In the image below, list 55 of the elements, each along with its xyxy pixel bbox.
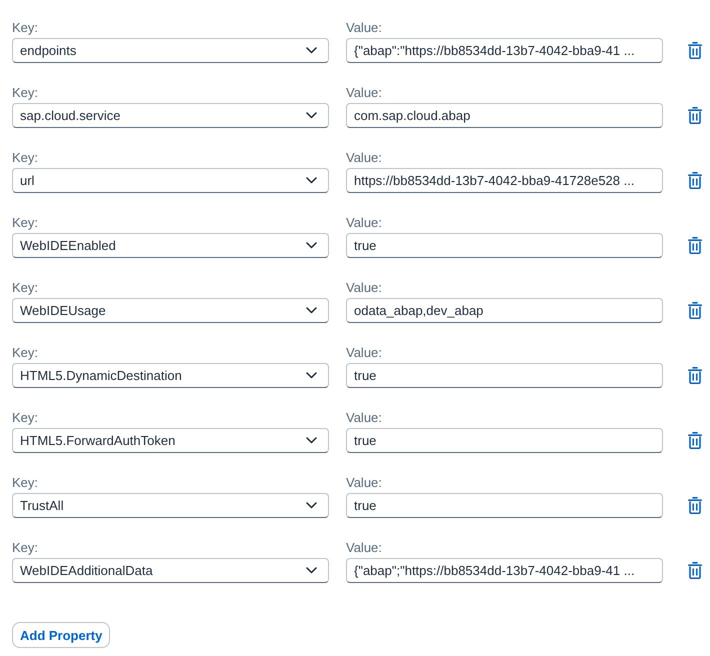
key-select[interactable]: TrustAll — [12, 493, 329, 518]
value-field[interactable]: true — [346, 233, 663, 258]
chevron-down-icon — [306, 372, 317, 379]
chevron-down-icon — [306, 437, 317, 444]
key-select[interactable]: sap.cloud.service — [12, 103, 329, 128]
trash-icon[interactable] — [688, 497, 702, 514]
value-label: Value: — [346, 540, 383, 555]
key-select[interactable]: endpoints — [12, 38, 329, 63]
key-select[interactable]: WebIDEAdditionalData — [12, 558, 329, 583]
add-property-button[interactable]: Add Property — [12, 622, 110, 648]
value-label: Value: — [346, 475, 383, 490]
value-field[interactable]: true — [346, 493, 663, 518]
trash-icon[interactable] — [688, 42, 702, 59]
key-label: Key: — [12, 540, 40, 555]
chevron-down-icon — [306, 177, 317, 184]
value-field[interactable]: https://bb8534dd-13b7-4042-bba9-41728e528 ... — [346, 168, 663, 193]
trash-icon[interactable] — [688, 107, 702, 124]
key-label: Key: — [12, 85, 40, 100]
key-label: Key: — [12, 475, 40, 490]
key-label: Key: — [12, 345, 40, 360]
value-field[interactable]: com.sap.cloud.abap — [346, 103, 663, 128]
chevron-down-icon — [306, 242, 317, 249]
key-select[interactable]: HTML5.DynamicDestination — [12, 363, 329, 388]
value-field[interactable]: {"abap":"https://bb8534dd-13b7-4042-bba9-41 ... — [346, 38, 663, 63]
chevron-down-icon — [306, 502, 317, 509]
trash-icon[interactable] — [688, 172, 702, 189]
trash-icon[interactable] — [688, 237, 702, 254]
value-label: Value: — [346, 410, 383, 425]
chevron-down-icon — [306, 47, 317, 54]
chevron-down-icon — [306, 112, 317, 119]
key-select[interactable]: HTML5.ForwardAuthToken — [12, 428, 329, 453]
key-label: Key: — [12, 280, 40, 295]
value-label: Value: — [346, 85, 383, 100]
trash-icon[interactable] — [688, 562, 702, 579]
key-select[interactable]: WebIDEEnabled — [12, 233, 329, 258]
value-field[interactable]: {"abap";"https://bb8534dd-13b7-4042-bba9-41 ... — [346, 558, 663, 583]
value-label: Value: — [346, 280, 383, 295]
chevron-down-icon — [306, 567, 317, 574]
key-label: Key: — [12, 20, 40, 35]
value-field[interactable]: odata_abap,dev_abap — [346, 298, 663, 323]
value-label: Value: — [346, 150, 383, 165]
key-label: Key: — [12, 215, 40, 230]
value-label: Value: — [346, 20, 383, 35]
key-label: Key: — [12, 410, 40, 425]
trash-icon[interactable] — [688, 432, 702, 449]
value-field[interactable]: true — [346, 428, 663, 453]
value-label: Value: — [346, 345, 383, 360]
value-field[interactable]: true — [346, 363, 663, 388]
trash-icon[interactable] — [688, 367, 702, 384]
key-select[interactable]: url — [12, 168, 329, 193]
trash-icon[interactable] — [688, 302, 702, 319]
chevron-down-icon — [306, 307, 317, 314]
value-label: Value: — [346, 215, 383, 230]
key-label: Key: — [12, 150, 40, 165]
key-select[interactable]: WebIDEUsage — [12, 298, 329, 323]
